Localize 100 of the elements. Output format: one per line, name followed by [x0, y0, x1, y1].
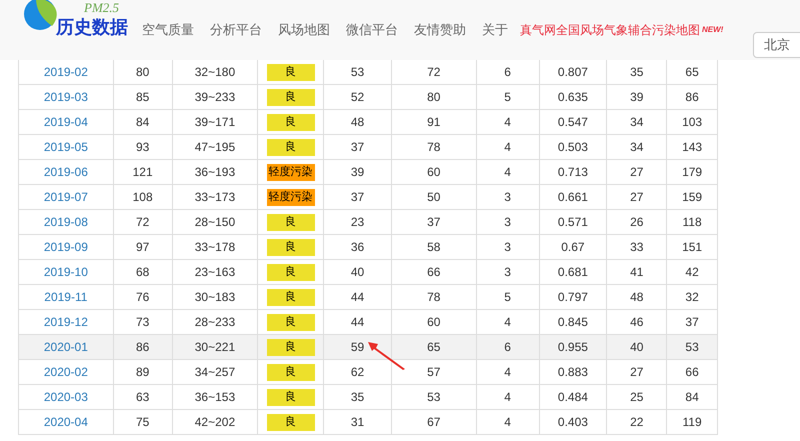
- table-cell: 3: [476, 260, 540, 284]
- table-cell: 80: [114, 60, 173, 84]
- nav-link[interactable]: 关于: [482, 20, 508, 40]
- table-cell: 6: [476, 335, 540, 359]
- month-link[interactable]: 2019-10: [44, 263, 88, 281]
- annotation-arrow: [368, 342, 406, 370]
- logo-caption: PM2.5: [84, 0, 120, 17]
- table-cell: 37: [324, 135, 392, 159]
- table-cell: 34~257: [172, 360, 258, 384]
- nav-link[interactable]: 分析平台: [210, 20, 262, 40]
- table-cell: 0.547: [540, 110, 608, 134]
- month-link[interactable]: 2019-08: [44, 213, 88, 231]
- table-cell: 39~233: [172, 85, 258, 109]
- table-cell: 78: [392, 285, 477, 309]
- table-cell: 68: [114, 260, 173, 284]
- table-cell: 0.403: [540, 410, 608, 434]
- table-cell: 33~178: [172, 235, 258, 259]
- promo-link[interactable]: 真气网全国风场气象辅合污染地图: [520, 21, 700, 39]
- table-cell: 84: [114, 110, 173, 134]
- month-link[interactable]: 2019-03: [44, 88, 88, 106]
- table-cell: 39~171: [172, 110, 258, 134]
- month-link[interactable]: 2019-06: [44, 163, 88, 181]
- table-cell: 22: [607, 410, 668, 434]
- table-cell: 36: [324, 235, 392, 259]
- table-cell: 0.635: [540, 85, 608, 109]
- table-cell: 48: [607, 285, 668, 309]
- month-link[interactable]: 2019-04: [44, 113, 88, 131]
- table-cell: 4: [476, 310, 540, 334]
- table-cell: 50: [392, 185, 477, 209]
- table-cell: 5: [476, 285, 540, 309]
- nav-link[interactable]: 微信平台: [346, 20, 398, 40]
- table-cell: 34: [607, 135, 668, 159]
- table-cell: 4: [476, 385, 540, 409]
- table-cell: 27: [607, 360, 668, 384]
- table-cell: 27: [607, 185, 668, 209]
- table-cell: 28~150: [172, 210, 258, 234]
- table-cell: 30~183: [172, 285, 258, 309]
- table-cell: 0.681: [540, 260, 608, 284]
- table-cell: 26: [607, 210, 668, 234]
- table-cell: 53: [324, 60, 392, 84]
- table-cell: 41: [607, 260, 668, 284]
- table-cell-text: 66: [684, 364, 700, 381]
- table-cell: 0.845: [540, 310, 608, 334]
- table-cell: 60: [392, 160, 477, 184]
- table-cell: 32~180: [172, 60, 258, 84]
- month-link[interactable]: 2019-07: [44, 188, 88, 206]
- table-cell: 4: [476, 160, 540, 184]
- table-cell: 6: [476, 60, 540, 84]
- table-cell-text: 103: [681, 114, 704, 131]
- table-cell-text: 53: [684, 339, 700, 356]
- table-cell: 37: [324, 185, 392, 209]
- table-cell: 0.571: [540, 210, 608, 234]
- month-link[interactable]: 2019-02: [44, 63, 88, 81]
- month-link[interactable]: 2019-05: [44, 138, 88, 156]
- table-cell: 0.883: [540, 360, 608, 384]
- table-cell: 27: [607, 160, 668, 184]
- table-cell: 86: [114, 335, 173, 359]
- table-cell-text: 86: [684, 89, 700, 106]
- nav-link[interactable]: 空气质量: [142, 20, 194, 40]
- quality-badge: 良: [266, 64, 315, 80]
- table-cell-text: 65: [684, 64, 700, 81]
- table-cell: 97: [114, 235, 173, 259]
- table-cell: 36~153: [172, 385, 258, 409]
- month-link[interactable]: 2019-09: [44, 238, 88, 256]
- table-cell: 25: [607, 385, 668, 409]
- quality-badge: 良: [266, 114, 315, 130]
- table-cell: 4: [476, 135, 540, 159]
- table-cell-text: 42: [684, 264, 700, 281]
- month-link[interactable]: 2020-04: [44, 413, 88, 431]
- table-cell: 31: [324, 410, 392, 434]
- table-cell: 3: [476, 210, 540, 234]
- table-cell: 65: [392, 335, 477, 359]
- table-cell: 4: [476, 360, 540, 384]
- table-cell: 121: [114, 160, 173, 184]
- table-cell: 35: [607, 60, 668, 84]
- table-cell: 5: [476, 85, 540, 109]
- quality-badge: 良: [266, 288, 315, 306]
- table-cell: 58: [392, 235, 477, 259]
- nav-link[interactable]: 友情赞助: [414, 20, 466, 40]
- table-cell: 0.661: [540, 185, 608, 209]
- month-link[interactable]: 2020-02: [44, 363, 88, 381]
- table-cell: 40: [324, 260, 392, 284]
- month-link[interactable]: 2019-11: [44, 288, 88, 306]
- city-select[interactable]: 北京: [753, 32, 800, 58]
- table-cell: 75: [114, 410, 173, 434]
- table-cell: 3: [476, 185, 540, 209]
- month-link[interactable]: 2020-03: [44, 388, 88, 406]
- table-cell: 34: [607, 110, 668, 134]
- month-link[interactable]: 2019-12: [44, 313, 88, 331]
- table-cell: 23: [324, 210, 392, 234]
- table-cell: 39: [324, 160, 392, 184]
- table-cell: 66: [392, 260, 477, 284]
- month-link[interactable]: 2020-01: [44, 338, 88, 356]
- table-cell: 85: [114, 85, 173, 109]
- table-cell-text: 84: [684, 389, 700, 406]
- table-cell: 0.955: [540, 335, 608, 359]
- nav-link[interactable]: 风场地图: [278, 20, 330, 40]
- table-cell: 91: [392, 110, 477, 134]
- quality-badge: 良: [266, 138, 315, 156]
- table-cell-text: 119: [682, 414, 703, 431]
